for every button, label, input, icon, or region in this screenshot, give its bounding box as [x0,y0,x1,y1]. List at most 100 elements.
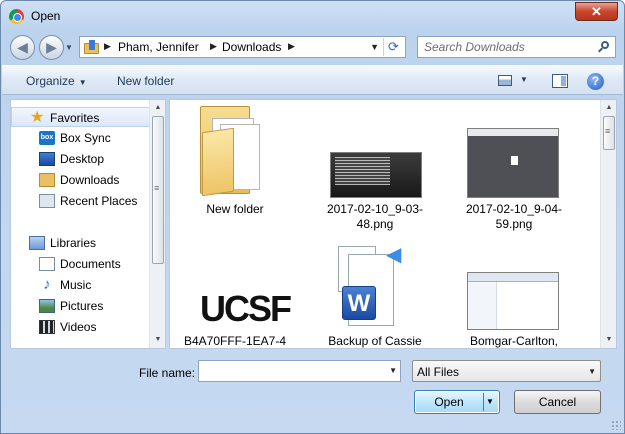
open-options-dropdown[interactable]: ▼ [486,391,494,413]
scroll-down-icon[interactable]: ▼ [150,332,165,348]
nav-item-label: Documents [60,257,121,271]
refresh-icon[interactable]: ⟳ [383,38,403,56]
file-item-image[interactable]: Bomgar-Carlton, [455,240,573,348]
file-name: Backup of Cassie [328,334,422,348]
nav-item-label: Desktop [60,152,105,166]
navigation-pane: ★ Favorites box Box Sync Desktop Downloa… [10,99,166,349]
documents-icon [39,257,55,271]
change-view-icon[interactable] [498,75,512,86]
nav-item-label: Downloads [60,173,120,187]
command-bar: Organize ▼ New folder ▼ ? [2,65,623,95]
breadcrumb-user[interactable]: Pham, Jennifer [118,40,199,54]
search-input[interactable]: Search Downloads [417,36,616,58]
music-note-icon: ♪ [43,276,51,293]
image-thumbnail [455,240,573,332]
nav-favorites[interactable]: ★ Favorites [11,107,151,127]
file-type-value: All Files [417,365,460,379]
box-icon: box [39,131,55,145]
image-thumbnail [316,100,434,200]
close-button[interactable]: ✕ [575,2,618,21]
word-document-icon: ◀ W [316,240,434,332]
recent-locations-dropdown[interactable]: ▼ [65,43,75,53]
split-divider [483,393,484,411]
nav-item-label: Box Sync [60,131,111,145]
recent-places-icon [39,194,55,208]
scroll-thumb[interactable] [603,116,615,150]
organize-button[interactable]: Organize ▼ [26,74,87,88]
open-dialog: Open ✕ ◀ ▶ ▼ ▶ Pham, Jennifer ▶ Download… [0,0,625,434]
nav-item-label: Videos [60,320,97,334]
ucsf-logo-thumbnail: UCSF [200,288,292,329]
file-item-word-backup[interactable]: ◀ W Backup of Cassie [316,240,434,348]
nav-scrollbar[interactable]: ▲ ▼ [149,100,165,348]
address-bar[interactable]: ▶ Pham, Jennifer ▶ Downloads ▶ ▼ ⟳ [79,36,406,58]
file-item-image[interactable]: UCSF B4A70FFF-1EA7-4 [176,240,294,348]
back-arrow-icon: ◀ [17,39,28,55]
organize-label: Organize [26,74,75,88]
desktop-icon [39,152,55,166]
backup-arrow-icon: ◀ [386,244,402,266]
nav-item-box-sync[interactable]: box Box Sync [11,128,151,148]
file-list-scrollbar[interactable]: ▲ ▼ [600,100,616,348]
forward-button[interactable]: ▶ [39,35,64,60]
search-icon[interactable] [598,40,610,54]
preview-pane-icon[interactable] [552,74,568,88]
breadcrumb-separator-icon[interactable]: ▶ [104,41,111,52]
open-label: Open [434,395,464,409]
chevron-down-icon: ▼ [588,367,596,376]
new-folder-button[interactable]: New folder [117,74,174,88]
file-item-new-folder[interactable]: New folder [176,100,294,220]
libraries-icon [29,236,45,250]
folder-icon [176,100,294,200]
nav-item-label: Music [60,278,92,292]
nav-item-downloads[interactable]: Downloads [11,170,151,190]
address-history-dropdown[interactable]: ▼ [370,42,379,52]
file-name-field[interactable]: ▼ [198,360,401,382]
nav-item-music[interactable]: ♪ Music [11,275,151,295]
star-icon: ★ [30,109,45,126]
cancel-button[interactable]: Cancel [514,390,601,414]
file-item-png[interactable]: 2017-02-10_9-03-48.png [316,100,434,235]
nav-item-label: Recent Places [60,194,138,208]
nav-item-recent-places[interactable]: Recent Places [11,191,151,211]
view-options-dropdown[interactable]: ▼ [520,75,528,84]
file-list: New folder 2017-02-10_9-03-48.png 2017-0… [169,99,617,349]
breadcrumb-separator-icon[interactable]: ▶ [210,41,217,52]
file-item-png[interactable]: 2017-02-10_9-04-59.png [455,100,573,235]
scroll-thumb[interactable] [152,116,164,264]
breadcrumb-separator-icon[interactable]: ▶ [288,41,295,52]
dialog-title: Open [31,9,61,23]
file-name-history-dropdown[interactable]: ▼ [389,366,397,375]
downloads-folder-icon [84,40,100,54]
scroll-down-icon[interactable]: ▼ [601,332,616,348]
file-name: New folder [206,202,264,216]
file-name: Bomgar-Carlton, [469,334,559,348]
back-button[interactable]: ◀ [10,35,35,60]
nav-libraries[interactable]: Libraries [11,233,151,253]
breadcrumb-downloads[interactable]: Downloads [222,40,281,54]
nav-item-desktop[interactable]: Desktop [11,149,151,169]
nav-item-documents[interactable]: Documents [11,254,151,274]
nav-item-label: Pictures [60,299,104,313]
nav-item-pictures[interactable]: Pictures [11,296,151,316]
title-bar: Open ✕ [1,1,624,31]
open-button[interactable]: Open ▼ [414,390,500,414]
pictures-icon [39,299,55,313]
videos-icon [39,320,55,334]
nav-favorites-label: Favorites [50,111,100,125]
scroll-up-icon[interactable]: ▲ [150,100,165,116]
file-type-select[interactable]: All Files ▼ [412,360,601,382]
resize-grip[interactable] [611,420,621,430]
downloads-icon [39,173,55,187]
scroll-up-icon[interactable]: ▲ [601,100,616,116]
forward-arrow-icon: ▶ [46,39,57,55]
search-placeholder: Search Downloads [424,40,525,54]
help-icon[interactable]: ? [587,73,604,90]
nav-item-videos[interactable]: Videos [11,317,151,337]
file-name: 2017-02-10_9-03-48.png [326,202,424,231]
image-thumbnail [455,100,573,200]
file-name: 2017-02-10_9-04-59.png [465,202,563,231]
file-name: B4A70FFF-1EA7-4 [183,334,287,348]
chevron-down-icon: ▼ [78,78,87,87]
nav-libraries-label: Libraries [50,236,97,250]
